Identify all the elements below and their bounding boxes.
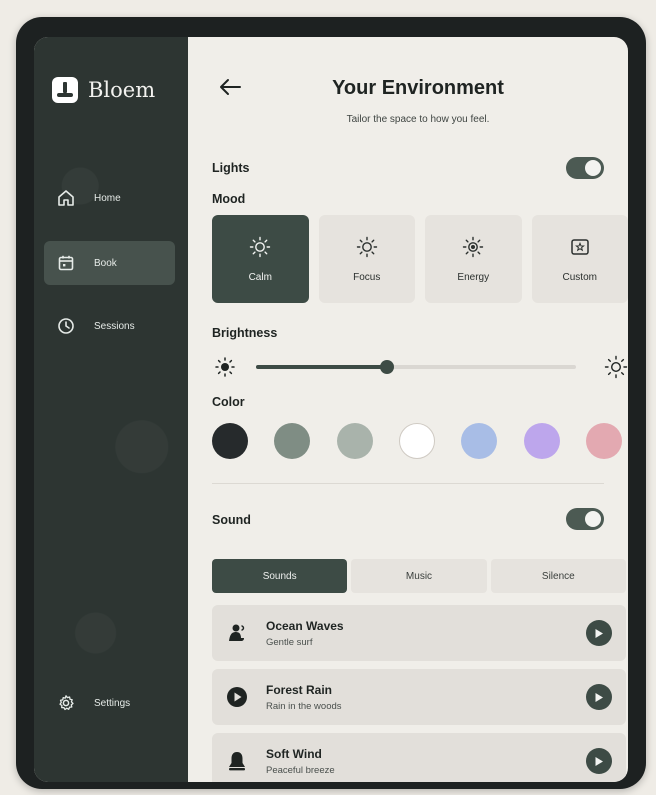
sidebar: Bloem Home Book Sessions Settings: [34, 37, 188, 782]
sun-bright-icon: [604, 355, 628, 379]
mood-energy[interactable]: Energy: [425, 215, 522, 303]
brightness-slider-row: [212, 355, 628, 379]
home-icon: [56, 188, 76, 208]
bloem-logo-icon: [52, 77, 78, 103]
play-icon: [595, 692, 603, 702]
brand: Bloem: [52, 77, 155, 103]
sound-title: Forest Rain: [266, 682, 333, 697]
sidebar-item-label: Home: [94, 192, 121, 204]
play-button-ocean-waves[interactable]: [586, 620, 612, 646]
clock-icon: [56, 316, 76, 336]
play-button-forest-rain[interactable]: [586, 684, 612, 710]
mood-custom-label: Custom: [562, 271, 597, 283]
sun-icon: [356, 236, 377, 257]
app-screen: Bloem Home Book Sessions Settings Your E…: [34, 37, 628, 782]
color-swatch-2[interactable]: [274, 423, 311, 459]
sun-dim-icon: [215, 357, 235, 377]
color-swatches: [212, 423, 622, 459]
sound-subtitle: Rain in the woods: [266, 700, 342, 712]
mood-calm[interactable]: Calm: [212, 215, 309, 303]
sound-item-ocean-waves[interactable]: Ocean Waves Gentle surf: [212, 605, 626, 661]
sound-subtitle: Gentle surf: [266, 636, 313, 648]
mood-focus-label: Focus: [353, 271, 381, 283]
mood-custom[interactable]: Custom: [531, 215, 628, 303]
tab-sounds[interactable]: Sounds: [212, 559, 348, 593]
color-swatch-1[interactable]: [212, 423, 248, 459]
sound-title: Soft Wind: [266, 746, 322, 761]
tablet-frame: Bloem Home Book Sessions Settings Your E…: [16, 17, 646, 789]
sidebar-item-settings[interactable]: Settings: [44, 681, 175, 725]
brightness-fill: [256, 365, 388, 369]
sidebar-item-label: Book: [94, 257, 117, 269]
mood-energy-label: Energy: [457, 271, 490, 283]
calendar-icon: [56, 253, 76, 273]
gear-icon: [56, 693, 76, 713]
sound-title: Ocean Waves: [266, 618, 344, 633]
sound-tabs: Sounds Music Silence: [212, 559, 626, 593]
color-swatch-4[interactable]: [398, 423, 435, 459]
color-swatch-5[interactable]: [461, 423, 498, 459]
lights-toggle[interactable]: [566, 157, 604, 179]
color-label: Color: [212, 395, 245, 409]
sound-item-soft-wind[interactable]: Soft Wind Peaceful breeze: [212, 733, 626, 782]
sound-item-forest-rain[interactable]: Forest Rain Rain in the woods: [212, 669, 626, 725]
sidebar-item-label: Sessions: [94, 320, 135, 332]
main-panel: Your Environment Tailor the space to how…: [188, 37, 628, 782]
brightness-slider[interactable]: [256, 360, 576, 374]
sun-icon: [250, 236, 271, 257]
star-box-icon: [571, 238, 589, 255]
app-name: Bloem: [88, 78, 156, 102]
page-title: Your Environment: [332, 77, 504, 99]
sidebar-item-label: Settings: [94, 697, 131, 709]
lights-label: Lights: [212, 161, 250, 175]
mood-calm-label: Calm: [248, 271, 272, 283]
sidebar-item-book[interactable]: Book: [44, 241, 175, 285]
color-swatch-6[interactable]: [523, 423, 560, 459]
sound-label: Sound: [212, 513, 251, 527]
mood-label: Mood: [212, 192, 246, 206]
wave-person-icon: [226, 622, 248, 644]
play-icon: [595, 628, 603, 638]
page-subtitle: Tailor the space to how you feel.: [346, 114, 490, 125]
section-divider: [212, 483, 604, 484]
play-icon: [595, 756, 603, 766]
brightness-thumb[interactable]: [380, 360, 395, 374]
tab-music[interactable]: Music: [351, 559, 487, 593]
sidebar-item-sessions[interactable]: Sessions: [44, 304, 175, 348]
sound-toggle[interactable]: [566, 508, 604, 530]
mood-options: Calm Focus Energy Custom: [212, 215, 628, 303]
play-circle-icon: [226, 686, 248, 708]
brightness-label: Brightness: [212, 326, 278, 340]
color-swatch-7[interactable]: [585, 423, 622, 459]
bell-icon: [226, 750, 248, 772]
play-button-soft-wind[interactable]: [586, 748, 612, 774]
tab-silence[interactable]: Silence: [490, 559, 626, 593]
sidebar-item-home[interactable]: Home: [44, 176, 175, 220]
mood-focus[interactable]: Focus: [318, 215, 415, 303]
sound-subtitle: Peaceful breeze: [266, 764, 335, 776]
sun-bold-icon: [463, 236, 484, 257]
color-swatch-3[interactable]: [336, 423, 373, 459]
